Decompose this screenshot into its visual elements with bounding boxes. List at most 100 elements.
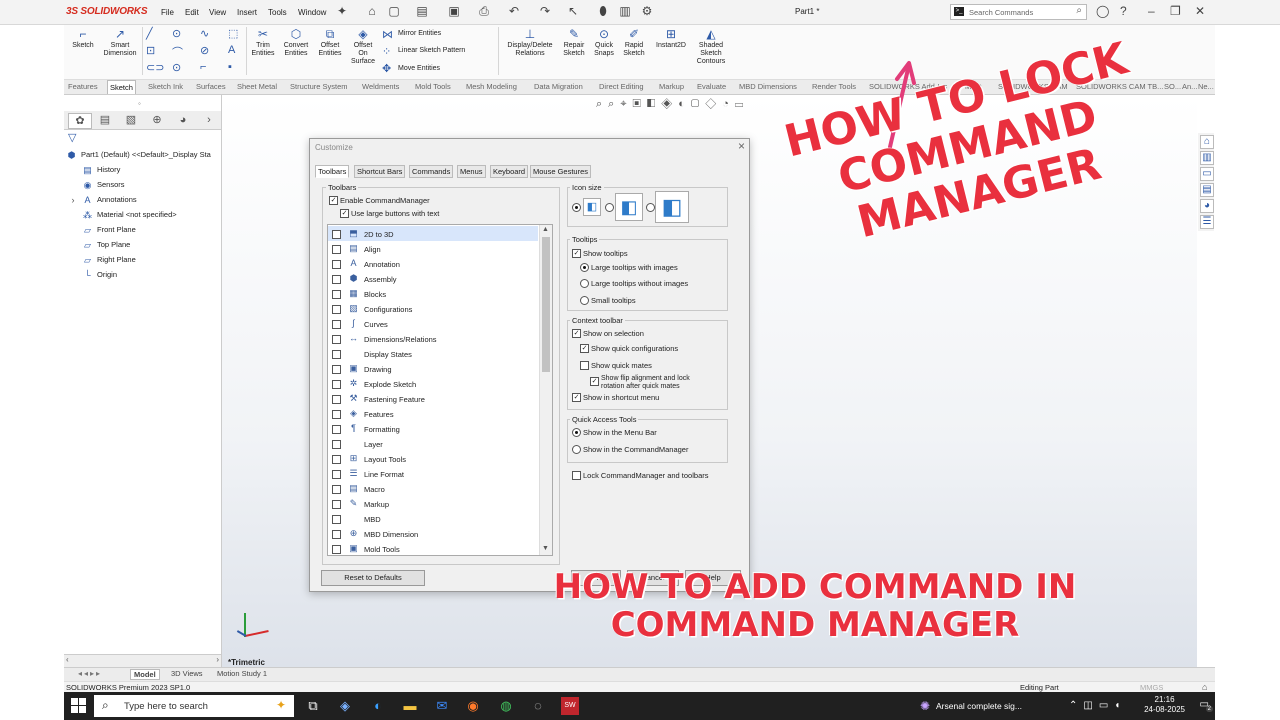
file-explorer-icon[interactable]: ▬ <box>401 697 419 715</box>
tab-3d-views[interactable]: 3D Views <box>168 669 206 678</box>
large-buttons-checkbox[interactable]: ✓ <box>340 209 349 218</box>
list-item[interactable]: ▧ Configurations <box>328 301 538 316</box>
chrome-icon[interactable]: ◍ <box>497 697 515 715</box>
appearances-icon[interactable]: ◕ <box>1200 199 1214 213</box>
sketch-button[interactable]: ⌐ Sketch <box>68 28 98 50</box>
toolbar-checkbox[interactable] <box>332 545 341 554</box>
customize-status-icon[interactable]: ⌂ <box>1202 682 1207 692</box>
circle-icon[interactable]: ⊙ <box>172 27 181 40</box>
fillet-icon[interactable]: ⌐ <box>200 61 206 73</box>
tab-ne[interactable]: Ne... <box>1198 82 1214 91</box>
toolbar-checkbox[interactable] <box>332 470 341 479</box>
list-item[interactable]: ✲ Explode Sketch <box>328 376 538 391</box>
toolbar-checkbox[interactable] <box>332 350 341 359</box>
list-item[interactable]: A Annotation <box>328 256 538 271</box>
point-icon[interactable]: ⊙ <box>172 61 181 74</box>
menu-tools[interactable]: Tools <box>268 8 287 17</box>
toolbar-checkbox[interactable] <box>332 440 341 449</box>
toolbar-checkbox[interactable] <box>332 320 341 329</box>
dialog-close-icon[interactable]: × <box>738 139 745 153</box>
move-entities[interactable]: Move Entities <box>398 65 440 72</box>
copilot-icon[interactable]: ◈ <box>336 697 354 715</box>
solidworks-taskbar-icon[interactable]: SW <box>561 697 579 715</box>
reset-to-defaults-button[interactable]: Reset to Defaults <box>321 570 425 586</box>
list-item[interactable]: ▣ Mold Tools <box>328 541 538 555</box>
quick-snaps-button[interactable]: ⊙ Quick Snaps <box>590 28 618 58</box>
list-item[interactable]: MBD <box>328 511 538 526</box>
new-document-icon[interactable]: ▢ <box>387 4 401 18</box>
tab-structure-system[interactable]: Structure System <box>290 82 348 91</box>
dimxpert-tab-icon[interactable]: ⊕ <box>146 113 168 127</box>
show-quick-mates-checkbox[interactable] <box>580 361 589 370</box>
file-properties-icon[interactable]: ▥ <box>618 4 632 18</box>
system-tray-icons[interactable]: ⌃◫▭◖ <box>1069 700 1126 711</box>
print-icon[interactable]: ⎙ <box>477 4 491 18</box>
toolbar-checkbox[interactable] <box>332 455 341 464</box>
more-tabs-chevron-icon[interactable]: › <box>198 113 220 127</box>
minimize-icon[interactable]: – <box>1148 4 1155 18</box>
list-item[interactable]: ↔ Dimensions/Relations <box>328 331 538 346</box>
custom-properties-icon[interactable]: ☰ <box>1200 215 1214 229</box>
toolbar-checkbox[interactable] <box>332 305 341 314</box>
arc-icon[interactable]: ⌒ <box>172 44 183 60</box>
list-item[interactable]: ∫ Curves <box>328 316 538 331</box>
save-icon[interactable]: ▣ <box>447 4 461 18</box>
smart-dimension-button[interactable]: ↗ Smart Dimension <box>100 28 140 58</box>
toolbar-checkbox[interactable] <box>332 245 341 254</box>
tree-item-top-plane[interactable]: ▱ Top Plane <box>82 240 130 250</box>
tab-commands[interactable]: Commands <box>409 165 454 178</box>
tree-item-right-plane[interactable]: ▱ Right Plane <box>82 255 136 265</box>
feature-manager-scrollbar[interactable]: ‹ › <box>64 654 221 667</box>
toolbar-checkbox[interactable] <box>332 515 341 524</box>
undo-icon[interactable]: ↶ <box>507 4 521 18</box>
scroll-up-icon[interactable]: ▲ <box>542 226 549 233</box>
toolbar-checkbox[interactable] <box>332 365 341 374</box>
toolbar-checkbox[interactable] <box>332 275 341 284</box>
scroll-left-icon[interactable]: ‹ <box>66 655 69 664</box>
edge-icon[interactable]: ◐ <box>369 697 387 715</box>
shaded-sketch-contours-button[interactable]: ◭ Shaded Sketch Contours <box>693 28 729 66</box>
tab-motion-study[interactable]: Motion Study 1 <box>214 669 270 678</box>
toolbars-list-scrollbar[interactable]: ▲ ▼ <box>539 225 552 555</box>
search-commands[interactable]: >_ Search Commands ⌕ <box>950 4 1087 20</box>
solidworks-logo[interactable]: 3S SOLIDWORKS <box>66 6 147 17</box>
large-tooltips-images-radio[interactable] <box>580 263 589 272</box>
tab-render-tools[interactable]: Render Tools <box>812 82 856 91</box>
show-quick-configs-checkbox[interactable]: ✓ <box>580 344 589 353</box>
show-in-cm-radio[interactable] <box>572 445 581 454</box>
windows-start-icon[interactable] <box>71 698 87 714</box>
toolbar-checkbox[interactable] <box>332 290 341 299</box>
scroll-right-icon[interactable]: › <box>216 655 219 664</box>
repair-sketch-button[interactable]: ✎ Repair Sketch <box>560 28 588 58</box>
list-item[interactable]: ⊕ MBD Dimension <box>328 526 538 541</box>
tab-sketch[interactable]: Sketch <box>107 80 136 94</box>
menu-insert[interactable]: Insert <box>237 8 257 17</box>
firefox-icon[interactable]: ◉ <box>464 697 482 715</box>
taskbar-notification[interactable]: Arsenal complete sig... <box>936 701 1022 711</box>
show-tooltips-checkbox[interactable]: ✓ <box>572 249 581 258</box>
scroll-down-icon[interactable]: ▼ <box>542 545 549 552</box>
tab-weldments[interactable]: Weldments <box>362 82 399 91</box>
show-in-menubar-radio[interactable] <box>572 428 581 437</box>
offset-entities-button[interactable]: ⧉ Offset Entities <box>314 28 346 58</box>
instant2d-button[interactable]: ⊞ Instant2D <box>651 28 691 50</box>
tree-item-part1[interactable]: ⬢ Part1 (Default) <<Default>_Display Sta <box>66 150 211 160</box>
plane-icon[interactable]: ▪ <box>228 61 232 73</box>
text-icon[interactable]: A <box>228 44 235 56</box>
tab-menus[interactable]: Menus <box>457 165 486 178</box>
resources-home-icon[interactable]: ⌂ <box>1200 135 1214 149</box>
rectangle-icon[interactable]: ⊡ <box>146 44 155 57</box>
configuration-tab-icon[interactable]: ▧ <box>120 113 142 127</box>
menu-edit[interactable]: Edit <box>185 8 199 17</box>
scroll-thumb[interactable] <box>542 237 550 372</box>
list-item[interactable]: Display States <box>328 346 538 361</box>
menu-view[interactable]: View <box>209 8 226 17</box>
tree-item-front-plane[interactable]: ▱ Front Plane <box>82 225 136 235</box>
tab-mesh-modeling[interactable]: Mesh Modeling <box>466 82 517 91</box>
convert-entities-button[interactable]: ⬡ Convert Entities <box>280 28 312 58</box>
linear-pattern-icon[interactable]: ⁘ <box>382 45 391 58</box>
icon-size-large-radio[interactable] <box>646 203 655 212</box>
toolbar-checkbox[interactable] <box>332 230 341 239</box>
tab-markup[interactable]: Markup <box>659 82 684 91</box>
tab-model[interactable]: Model <box>130 669 160 680</box>
